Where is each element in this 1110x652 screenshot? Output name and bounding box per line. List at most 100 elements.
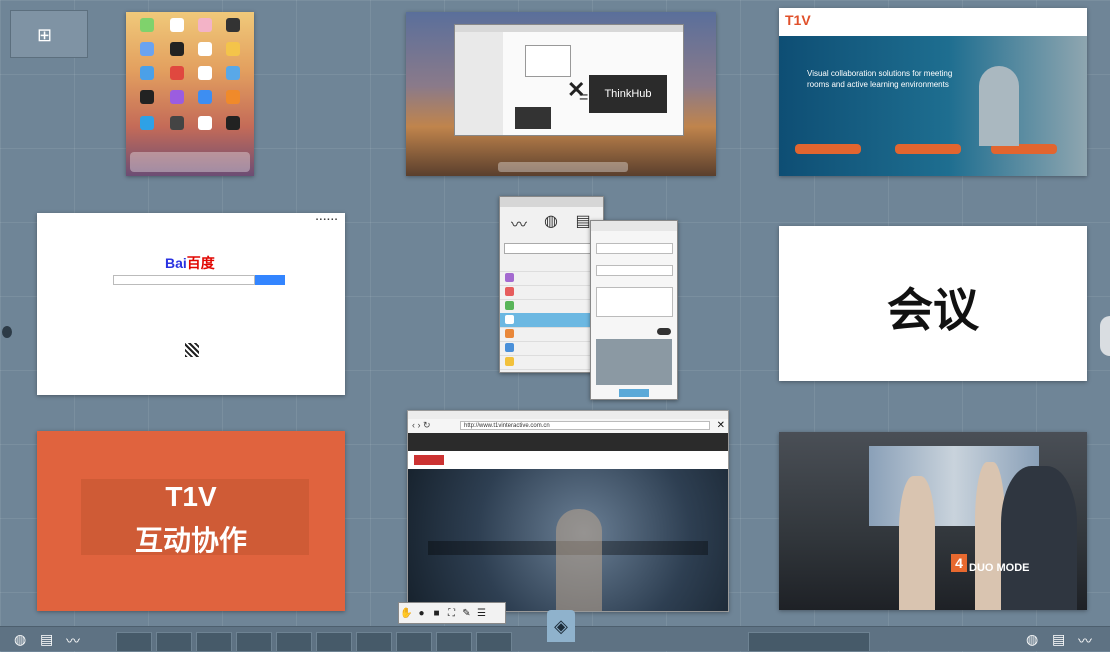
- left-drawer-handle[interactable]: [2, 326, 12, 338]
- slide-subtitle: 互动协作: [134, 525, 247, 556]
- document-icon: ▤: [575, 213, 591, 230]
- dock-thumbnail[interactable]: [476, 632, 512, 652]
- launcher-item-selected[interactable]: [500, 313, 603, 328]
- app-icon: [170, 18, 184, 32]
- baidu-search-button[interactable]: [255, 275, 285, 285]
- launcher-title-bar: [500, 197, 603, 207]
- launcher-item[interactable]: [500, 299, 603, 314]
- dock-thumbnail[interactable]: [396, 632, 432, 652]
- baidu-logo: Bai百度: [165, 255, 215, 271]
- hero-button[interactable]: [795, 144, 861, 154]
- globe-tab[interactable]: ◍: [536, 211, 566, 237]
- canvas-toolbar[interactable]: ✋ ● ■ ⛶ ✎ ☰: [398, 602, 506, 624]
- launcher-item[interactable]: [500, 341, 603, 356]
- qr-code: [185, 343, 199, 357]
- browser-window-tile[interactable]: ‹ › ↻ http://www.t1vinteractive.com.cn ✕: [407, 410, 729, 612]
- waveform-icon[interactable]: 〰: [1078, 631, 1092, 651]
- waveform-icon[interactable]: 〰: [66, 631, 80, 651]
- t1v-slide-tile[interactable]: T1V 互动协作: [37, 431, 345, 611]
- t1v-logo: T1V: [785, 12, 811, 28]
- baidu-top-links: ▪ ▪ ▪ ▪ ▪ ▪: [315, 217, 337, 223]
- corner-widget[interactable]: ⊞: [10, 10, 88, 58]
- t1v-website-tile[interactable]: T1V Visual collaboration solutions for m…: [779, 8, 1087, 176]
- launcher-panel[interactable]: 〰 ◍ ▤: [499, 196, 604, 373]
- fullscreen-icon[interactable]: ⛶: [444, 604, 459, 624]
- app-icon: [226, 66, 240, 80]
- dock-thumbnail[interactable]: [156, 632, 192, 652]
- document-icon[interactable]: ▤: [1052, 631, 1065, 648]
- dock-thumbnail[interactable]: [276, 632, 312, 652]
- list-icon[interactable]: ☰: [474, 604, 489, 624]
- settings-confirm-button[interactable]: [619, 389, 649, 397]
- move-icon: ⊞: [37, 25, 53, 45]
- app-icon: [140, 18, 154, 32]
- forward-icon[interactable]: ›: [418, 420, 421, 430]
- close-icon[interactable]: ✕: [717, 420, 725, 431]
- app-logo-button[interactable]: ◈: [547, 610, 575, 642]
- settings-toggle[interactable]: [657, 328, 671, 335]
- launcher-item[interactable]: [500, 271, 603, 286]
- app-icon: [198, 42, 212, 56]
- app-icon: [140, 42, 154, 56]
- browser-title-bar: [408, 411, 728, 419]
- slide-title: T1V: [165, 481, 217, 512]
- dock-thumbnail[interactable]: [356, 632, 392, 652]
- site-nav: [408, 451, 728, 469]
- app-icon: [198, 18, 212, 32]
- date-readout: 15: [985, 10, 1001, 26]
- app-icon: [140, 66, 154, 80]
- dock-thumbnail[interactable]: [236, 632, 272, 652]
- back-icon[interactable]: ‹: [412, 420, 415, 430]
- video-tile[interactable]: 4 DUO MODE: [779, 432, 1087, 610]
- settings-textarea[interactable]: [596, 287, 673, 317]
- website-hero: Visual collaboration solutions for meeti…: [779, 36, 1087, 176]
- settings-text-field[interactable]: [596, 265, 673, 276]
- baidu-search-input[interactable]: [113, 275, 255, 285]
- app-icon: [198, 116, 212, 130]
- launcher-filter-row[interactable]: [500, 257, 603, 272]
- dock-thumbnail[interactable]: [116, 632, 152, 652]
- launcher-item[interactable]: [500, 327, 603, 342]
- browser-url-input[interactable]: http://www.t1vinteractive.com.cn: [460, 421, 710, 430]
- tablet-screen-tile[interactable]: [126, 12, 254, 176]
- globe-icon[interactable]: ◍: [14, 631, 26, 648]
- desktop-screen-tile[interactable]: ✕ = ThinkHub: [406, 12, 716, 176]
- app-icon: [226, 90, 240, 104]
- site-hero: [408, 469, 728, 611]
- launcher-item[interactable]: [500, 285, 603, 300]
- pin-icon[interactable]: ✎: [459, 604, 474, 624]
- app-icon: [226, 18, 240, 32]
- app-icon: [170, 90, 184, 104]
- globe-icon[interactable]: ◍: [1026, 631, 1038, 648]
- camera-icon[interactable]: ■: [429, 604, 444, 624]
- settings-dropdown[interactable]: [596, 243, 673, 254]
- launcher-item[interactable]: [500, 355, 603, 370]
- tablet-dock: [130, 152, 250, 172]
- dock-thumbnail[interactable]: [196, 632, 232, 652]
- document-icon[interactable]: ▤: [40, 631, 53, 648]
- launcher-search-input[interactable]: [504, 243, 599, 254]
- hero-button[interactable]: [895, 144, 961, 154]
- baidu-browser-tile[interactable]: ▪ ▪ ▪ ▪ ▪ ▪ Bai百度: [37, 213, 345, 395]
- hand-figure: [556, 509, 602, 611]
- app-icon: [170, 66, 184, 80]
- right-drawer-handle[interactable]: [1100, 316, 1110, 356]
- site-logo: [414, 455, 444, 465]
- app-icon: [170, 42, 184, 56]
- person-figure: [1001, 466, 1077, 610]
- desktop-dock: [498, 162, 628, 172]
- waveform-tab[interactable]: 〰: [504, 211, 534, 237]
- dock-thumbnail[interactable]: [436, 632, 472, 652]
- app-icon: [140, 116, 154, 130]
- dock-thumbnail[interactable]: [748, 632, 870, 652]
- meeting-label: 会议: [887, 284, 979, 336]
- app-icon: [170, 116, 184, 130]
- brush-icon[interactable]: ●: [414, 604, 429, 624]
- hand-icon[interactable]: ✋: [399, 604, 414, 624]
- refresh-icon[interactable]: ↻: [423, 420, 431, 430]
- dock-thumbnail[interactable]: [316, 632, 352, 652]
- meeting-slide-tile[interactable]: 会议: [779, 226, 1087, 381]
- app-icon: [198, 90, 212, 104]
- settings-panel[interactable]: [590, 220, 678, 400]
- thinkhub-logo: ThinkHub: [589, 75, 667, 113]
